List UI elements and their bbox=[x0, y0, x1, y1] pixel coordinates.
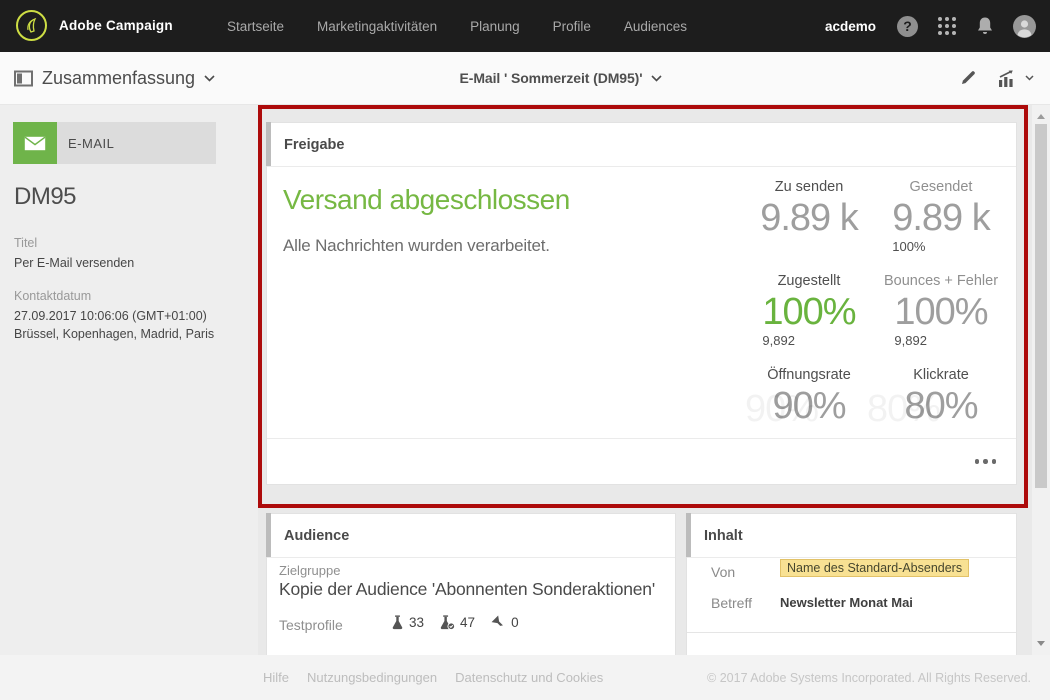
footer-link-nutzungsbedingungen[interactable]: Nutzungsbedingungen bbox=[307, 670, 437, 685]
brand[interactable]: Adobe Campaign bbox=[16, 10, 173, 41]
dot bbox=[983, 459, 988, 464]
stat-zugestellt: Zugestellt 100% 9,892 bbox=[762, 273, 856, 348]
page-footer: Hilfe Nutzungsbedingungen Datenschutz un… bbox=[0, 655, 1050, 700]
adobe-campaign-logo-icon bbox=[16, 10, 47, 41]
inhalt-card-header: Inhalt bbox=[686, 513, 1016, 558]
chevron-down-icon bbox=[651, 74, 663, 82]
reports-chart-icon bbox=[999, 69, 1013, 87]
zielgruppe-label: Zielgruppe bbox=[279, 563, 341, 578]
card-accent-bar bbox=[266, 122, 271, 166]
ghost-value: 90% bbox=[745, 388, 819, 430]
vertical-scrollbar[interactable] bbox=[1032, 105, 1050, 655]
kontaktdatum-cities: Brüssel, Kopenhagen, Madrid, Paris bbox=[14, 327, 215, 341]
freigabe-card: Freigabe Versand abgeschlossen Alle Nach… bbox=[266, 122, 1017, 485]
scrollbar-thumb[interactable] bbox=[1035, 124, 1047, 488]
more-actions-button[interactable] bbox=[974, 459, 996, 464]
titel-label: Titel bbox=[14, 236, 38, 250]
footer-copyright: © 2017 Adobe Systems Incorporated. All R… bbox=[707, 670, 1031, 685]
card-accent-bar bbox=[266, 513, 271, 557]
audience-card-header: Audience bbox=[266, 513, 675, 558]
nav-startseite[interactable]: Startseite bbox=[227, 19, 284, 34]
footer-links: Hilfe Nutzungsbedingungen Datenschutz un… bbox=[263, 655, 603, 700]
nav-profile[interactable]: Profile bbox=[553, 19, 591, 34]
testprofile-counters: 33 47 0 bbox=[391, 615, 528, 630]
freigabe-card-title: Freigabe bbox=[284, 136, 345, 153]
kontaktdatum-date: 27.09.2017 10:06:06 (GMT+01:00) bbox=[14, 309, 207, 323]
scroll-up-arrow[interactable] bbox=[1037, 114, 1045, 119]
chevron-down-icon bbox=[1025, 75, 1034, 81]
delivery-status-title: Versand abgeschlossen bbox=[283, 184, 570, 215]
freigabe-card-header: Freigabe bbox=[266, 122, 1016, 167]
brand-name: Adobe Campaign bbox=[59, 18, 173, 33]
email-channel-tile[interactable]: E-MAIL bbox=[13, 122, 216, 164]
sidebar: E-MAIL DM95 Titel Per E-Mail versenden K… bbox=[0, 105, 258, 655]
footer-link-hilfe[interactable]: Hilfe bbox=[263, 670, 289, 685]
delivery-code: DM95 bbox=[14, 183, 77, 210]
titel-value: Per E-Mail versenden bbox=[14, 256, 135, 270]
card-accent-bar bbox=[686, 513, 691, 557]
scroll-down-arrow[interactable] bbox=[1037, 641, 1045, 646]
flask-check-icon bbox=[440, 615, 456, 630]
funnel-count: 0 bbox=[511, 615, 519, 630]
funnel-icon bbox=[491, 615, 504, 626]
nav-marketingaktivitaeten[interactable]: Marketingaktivitäten bbox=[317, 19, 437, 34]
user-avatar[interactable] bbox=[1013, 14, 1036, 38]
audience-card: Audience Zielgruppe Kopie der Audience '… bbox=[266, 513, 676, 657]
betreff-label: Betreff bbox=[711, 595, 752, 611]
audience-card-title: Audience bbox=[284, 527, 350, 544]
email-envelope-icon bbox=[13, 122, 57, 164]
dot bbox=[991, 459, 996, 464]
footer-link-datenschutz[interactable]: Datenschutz und Cookies bbox=[455, 670, 603, 685]
help-icon[interactable]: ? bbox=[897, 15, 918, 37]
stat-gesendet: Gesendet 9.89 k 100% bbox=[892, 179, 991, 254]
notifications-bell-icon[interactable] bbox=[976, 16, 994, 36]
inhalt-card-title: Inhalt bbox=[704, 527, 743, 544]
flask-icon bbox=[392, 615, 403, 630]
inhalt-divider bbox=[687, 632, 1016, 633]
nav-audiences[interactable]: Audiences bbox=[624, 19, 687, 34]
betreff-value: Newsletter Monat Mai bbox=[780, 595, 913, 610]
testprofile-label: Testprofile bbox=[279, 617, 343, 633]
ghost-value: 80% bbox=[867, 388, 941, 430]
top-navigation-bar: Adobe Campaign Startseite Marketingaktiv… bbox=[0, 0, 1050, 52]
inhalt-card: Inhalt Von Name des Standard-Absenders B… bbox=[686, 513, 1017, 657]
document-title: E-Mail ' Sommerzeit (DM95)' bbox=[459, 70, 643, 86]
von-label: Von bbox=[711, 564, 736, 580]
flask-check-count: 47 bbox=[460, 615, 476, 630]
delivery-status-message: Alle Nachrichten wurden verarbeitet. bbox=[283, 236, 550, 255]
email-channel-label: E-MAIL bbox=[57, 122, 216, 164]
von-value: Name des Standard-Absenders bbox=[780, 559, 970, 577]
flask-count: 33 bbox=[409, 615, 425, 630]
toolbar-actions bbox=[959, 52, 1034, 104]
document-title-group[interactable]: E-Mail ' Sommerzeit (DM95)' bbox=[0, 52, 1050, 104]
nav-planung[interactable]: Planung bbox=[470, 19, 520, 34]
dot bbox=[974, 459, 979, 464]
username[interactable]: acdemo bbox=[825, 19, 876, 34]
topbar-actions: acdemo ? bbox=[825, 0, 1036, 52]
kontaktdatum-label: Kontaktdatum bbox=[14, 289, 92, 303]
stat-zu-senden: Zu senden 9.89 k bbox=[760, 179, 859, 239]
stat-bounces-fehler: Bounces + Fehler 100% 9,892 bbox=[883, 273, 999, 348]
reports-menu[interactable] bbox=[997, 69, 1034, 88]
card-footer-divider bbox=[267, 438, 1016, 439]
app-grid-icon[interactable] bbox=[937, 16, 957, 36]
primary-nav: Startseite Marketingaktivitäten Planung … bbox=[227, 0, 687, 52]
toolbar: Zusammenfassung E-Mail ' Sommerzeit (DM9… bbox=[0, 52, 1050, 105]
zielgruppe-value: Kopie der Audience 'Abonnenten Sonderakt… bbox=[279, 579, 655, 599]
edit-pencil-icon[interactable] bbox=[959, 69, 977, 87]
